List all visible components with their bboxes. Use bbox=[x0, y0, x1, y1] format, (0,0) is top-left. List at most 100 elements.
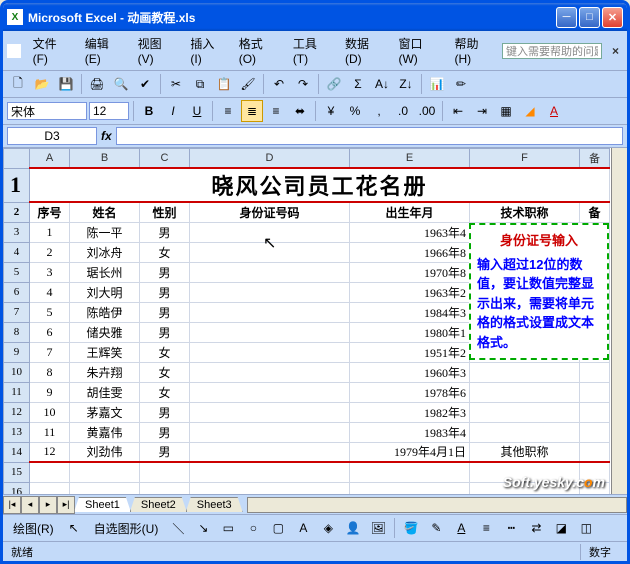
drawing-icon[interactable]: ✏ bbox=[450, 73, 472, 95]
row-header[interactable]: 11 bbox=[4, 382, 30, 402]
col-header[interactable]: D bbox=[190, 149, 350, 169]
cell[interactable] bbox=[140, 482, 190, 494]
col-header[interactable]: C bbox=[140, 149, 190, 169]
cell[interactable] bbox=[470, 362, 580, 382]
format-painter-icon[interactable]: 🖌 bbox=[237, 73, 259, 95]
name-box[interactable] bbox=[7, 127, 97, 145]
preview-icon[interactable]: 🔍 bbox=[110, 73, 132, 95]
row-header[interactable]: 16 bbox=[4, 482, 30, 494]
font-size-input[interactable] bbox=[89, 102, 129, 120]
align-center-icon[interactable]: ≣ bbox=[241, 100, 263, 122]
wordart-icon[interactable]: A bbox=[292, 517, 314, 539]
align-right-icon[interactable]: ≡ bbox=[265, 100, 287, 122]
cut-icon[interactable]: ✂ bbox=[165, 73, 187, 95]
cell[interactable] bbox=[470, 382, 580, 402]
italic-icon[interactable]: I bbox=[162, 100, 184, 122]
cell[interactable] bbox=[190, 362, 350, 382]
cell[interactable]: 9 bbox=[30, 382, 70, 402]
row-header[interactable]: 1 bbox=[4, 168, 30, 202]
formula-input[interactable] bbox=[116, 127, 623, 145]
cell[interactable] bbox=[190, 302, 350, 322]
save-icon[interactable]: 💾 bbox=[55, 73, 77, 95]
font-color2-icon[interactable]: A bbox=[450, 517, 472, 539]
textbox-icon[interactable]: ▢ bbox=[267, 517, 289, 539]
cell[interactable] bbox=[580, 422, 610, 442]
cell[interactable]: 12 bbox=[30, 442, 70, 462]
line-icon[interactable]: ＼ bbox=[167, 517, 189, 539]
menu-view[interactable]: 视图(V) bbox=[132, 33, 183, 68]
cell[interactable]: 姓名 bbox=[70, 202, 140, 222]
undo-icon[interactable]: ↶ bbox=[268, 73, 290, 95]
diagram-icon[interactable]: ◈ bbox=[317, 517, 339, 539]
cell[interactable] bbox=[580, 382, 610, 402]
cell[interactable]: 男 bbox=[140, 402, 190, 422]
cell[interactable] bbox=[70, 462, 140, 482]
row-header[interactable]: 15 bbox=[4, 462, 30, 482]
cell[interactable]: 1960年3 bbox=[350, 362, 470, 382]
indent-inc-icon[interactable]: ⇥ bbox=[471, 100, 493, 122]
cell[interactable]: 陈一平 bbox=[70, 222, 140, 242]
cell[interactable]: 黄嘉伟 bbox=[70, 422, 140, 442]
cell[interactable] bbox=[30, 482, 70, 494]
cell[interactable] bbox=[190, 422, 350, 442]
row-header[interactable]: 8 bbox=[4, 322, 30, 342]
horizontal-scrollbar[interactable] bbox=[247, 497, 627, 513]
cell[interactable]: 茅嘉文 bbox=[70, 402, 140, 422]
cell[interactable] bbox=[190, 402, 350, 422]
col-header[interactable]: E bbox=[350, 149, 470, 169]
row-header[interactable]: 3 bbox=[4, 222, 30, 242]
cell[interactable] bbox=[580, 402, 610, 422]
cell[interactable] bbox=[350, 482, 470, 494]
copy-icon[interactable]: ⧉ bbox=[189, 73, 211, 95]
comma-icon[interactable]: , bbox=[368, 100, 390, 122]
doc-close-button[interactable]: × bbox=[608, 44, 623, 58]
arrow-icon[interactable]: ↘ bbox=[192, 517, 214, 539]
cell[interactable] bbox=[190, 262, 350, 282]
sum-icon[interactable]: Σ bbox=[347, 73, 369, 95]
cell[interactable]: 男 bbox=[140, 282, 190, 302]
picture-icon[interactable]: 🖼 bbox=[367, 517, 389, 539]
print-icon[interactable]: 🖨 bbox=[86, 73, 108, 95]
underline-icon[interactable]: U bbox=[186, 100, 208, 122]
cell[interactable]: 王辉笑 bbox=[70, 342, 140, 362]
menu-insert[interactable]: 插入(I) bbox=[184, 33, 230, 68]
select-icon[interactable]: ↖ bbox=[63, 517, 85, 539]
cell[interactable]: 其他职称 bbox=[470, 442, 580, 462]
dash-icon[interactable]: ┅ bbox=[500, 517, 522, 539]
cell[interactable] bbox=[190, 342, 350, 362]
sheet-tab-2[interactable]: Sheet2 bbox=[130, 497, 187, 512]
cell[interactable]: 女 bbox=[140, 342, 190, 362]
paste-icon[interactable]: 📋 bbox=[213, 73, 235, 95]
fx-icon[interactable]: fx bbox=[101, 129, 112, 143]
sheet-tab-1[interactable]: Sheet1 bbox=[74, 497, 131, 512]
cell[interactable]: 性别 bbox=[140, 202, 190, 222]
vertical-scrollbar[interactable] bbox=[611, 148, 627, 494]
cell[interactable] bbox=[190, 222, 350, 242]
cell[interactable] bbox=[190, 282, 350, 302]
new-icon[interactable]: 🗋 bbox=[7, 73, 29, 95]
sheet-title-cell[interactable]: 晓风公司员工花名册 bbox=[30, 168, 610, 202]
cell[interactable]: 男 bbox=[140, 322, 190, 342]
line-color-icon[interactable]: ✎ bbox=[425, 517, 447, 539]
sort-asc-icon[interactable]: A↓ bbox=[371, 73, 393, 95]
open-icon[interactable]: 📂 bbox=[31, 73, 53, 95]
font-name-input[interactable] bbox=[7, 102, 87, 120]
cell[interactable] bbox=[190, 382, 350, 402]
cell[interactable]: 3 bbox=[30, 262, 70, 282]
cell[interactable]: 男 bbox=[140, 262, 190, 282]
cell[interactable] bbox=[470, 422, 580, 442]
close-button[interactable]: ✕ bbox=[602, 7, 623, 28]
row-header[interactable]: 6 bbox=[4, 282, 30, 302]
cell[interactable]: 2 bbox=[30, 242, 70, 262]
cell[interactable]: 男 bbox=[140, 222, 190, 242]
cell[interactable]: 1978年6 bbox=[350, 382, 470, 402]
cell[interactable]: 1984年3 bbox=[350, 302, 470, 322]
cell[interactable] bbox=[190, 322, 350, 342]
fill-color-icon[interactable]: ◢ bbox=[519, 100, 541, 122]
cell[interactable] bbox=[190, 242, 350, 262]
help-search-input[interactable] bbox=[502, 43, 602, 59]
cell[interactable] bbox=[580, 362, 610, 382]
cell[interactable]: 女 bbox=[140, 362, 190, 382]
shadow-icon[interactable]: ◪ bbox=[550, 517, 572, 539]
cell[interactable]: 刘大明 bbox=[70, 282, 140, 302]
